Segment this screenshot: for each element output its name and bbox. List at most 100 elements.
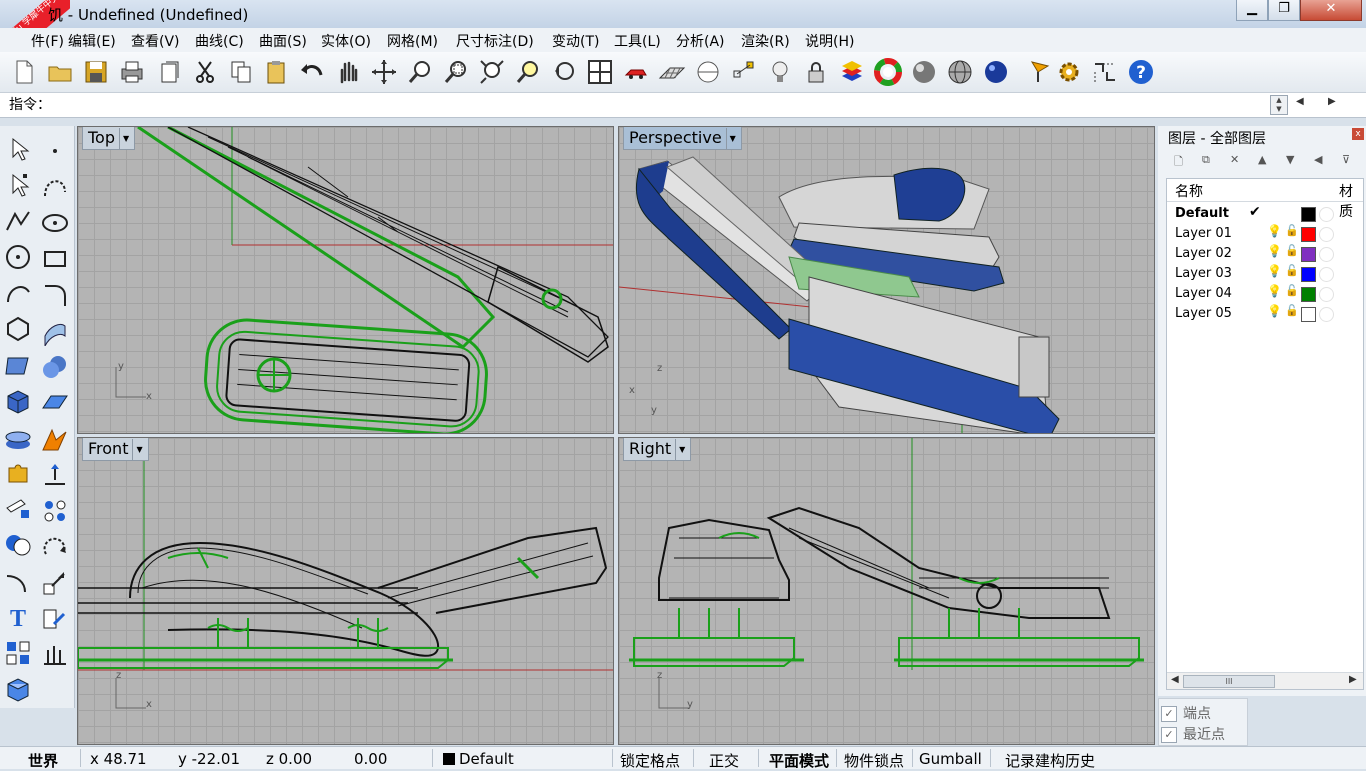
command-history-spinner[interactable]: ▲ ▼ [1270,95,1288,115]
column-name[interactable]: 名称 [1175,181,1203,201]
layer-material-swatch[interactable] [1319,207,1334,222]
array-icon[interactable] [40,496,70,526]
osnap-icon[interactable] [730,58,758,86]
light-bulb-icon[interactable] [766,58,794,86]
layer-color-swatch[interactable] [1301,287,1316,302]
move-up-icon[interactable]: ▲ [1258,153,1266,166]
extrude-icon[interactable] [40,460,70,490]
layer-color-swatch[interactable] [1301,247,1316,262]
menu-analyze[interactable]: 分析(A) [676,31,725,51]
spheres-icon[interactable] [40,352,70,382]
rotate-icon[interactable] [40,532,70,562]
layer-row-05[interactable]: Layer 05 💡 🔓 [1167,304,1363,324]
menu-file[interactable]: 件(F) [31,31,64,51]
puzzle-icon[interactable] [3,458,33,488]
dimension-icon[interactable] [1091,58,1119,86]
select-arrow-icon[interactable] [3,134,33,164]
light-bulb-icon[interactable]: 💡 [1267,224,1282,238]
import-icon[interactable] [156,58,184,86]
viewport-top[interactable]: Top ▼ y x [77,126,614,434]
unlock-icon[interactable]: 🔓 [1285,304,1299,317]
save-icon[interactable] [82,58,110,86]
planar-surface-icon[interactable] [40,388,70,418]
copy-icon[interactable] [227,58,255,86]
close-button[interactable]: ✕ [1300,0,1362,21]
undo-view-icon[interactable] [550,58,578,86]
light-bulb-icon[interactable]: 💡 [1267,244,1282,258]
layer-list-scrollbar[interactable]: ◀ III ▶ [1167,672,1363,689]
polygon-icon[interactable] [3,314,33,344]
select-points-icon[interactable] [3,170,33,200]
lock-icon[interactable] [802,58,830,86]
ellipse-icon[interactable] [40,208,70,238]
snap-icon[interactable] [694,58,722,86]
unlock-icon[interactable]: 🔓 [1285,244,1299,257]
viewport-perspective[interactable]: Perspective ▼ z x y [618,126,1155,434]
layer-row-default[interactable]: Default ✔ [1167,204,1363,224]
viewport-menu-dropdown-icon[interactable]: ▼ [119,128,129,149]
zoom-window-icon[interactable] [442,58,470,86]
viewport-perspective-label[interactable]: Perspective ▼ [623,127,742,150]
layer-row-03[interactable]: Layer 03 💡 🔓 [1167,264,1363,284]
menu-surface[interactable]: 曲面(S) [259,31,307,51]
zoom-extents-icon[interactable] [478,58,506,86]
menu-curve[interactable]: 曲线(C) [195,31,244,51]
light-bulb-icon[interactable]: 💡 [1267,304,1282,318]
four-viewports-icon[interactable] [586,58,614,86]
open-folder-icon[interactable] [46,58,74,86]
move-icon[interactable] [40,604,70,634]
wireframe-sphere-icon[interactable] [946,58,974,86]
menu-view[interactable]: 查看(V) [131,31,180,51]
current-layer[interactable]: Default [459,750,514,768]
help-icon[interactable]: ? [1127,58,1155,86]
new-file-icon[interactable] [10,58,38,86]
pan-hand-icon[interactable] [334,58,362,86]
viewport-right[interactable]: Right ▼ z y [618,437,1155,745]
viewport-right-label[interactable]: Right ▼ [623,438,692,461]
layer-row-01[interactable]: Layer 01 💡 🔓 [1167,224,1363,244]
menu-render[interactable]: 渲染(R) [741,31,790,51]
light-bulb-icon[interactable]: 💡 [1267,264,1282,278]
group-icon[interactable] [3,638,33,668]
viewport-menu-dropdown-icon[interactable]: ▼ [675,439,685,460]
layer-color-swatch[interactable] [1301,307,1316,322]
zoom-selected-icon[interactable] [514,58,542,86]
text-icon[interactable]: T [3,602,33,632]
scroll-left-icon[interactable]: ◀ [1296,96,1304,107]
command-line[interactable]: 指令： ▲ ▼ ◀ ▶ [0,93,1366,118]
sphere-shaded-icon[interactable] [910,58,938,86]
layer-color-swatch[interactable] [1301,207,1316,222]
boolean-icon[interactable] [3,530,33,560]
osnap-end-option[interactable]: ✓ 端点 [1161,703,1211,723]
scale-icon[interactable] [40,568,70,598]
filter-icon[interactable]: ⊽ [1342,153,1350,166]
minimize-button[interactable]: ▁ [1236,0,1268,21]
viewport-front[interactable]: Front ▼ z x [77,437,614,745]
zoom-in-icon[interactable] [406,58,434,86]
menu-edit[interactable]: 编辑(E) [68,31,116,51]
undo-icon[interactable] [298,58,326,86]
point-icon[interactable] [40,136,70,166]
curve-icon[interactable] [40,172,70,202]
gear-icon[interactable] [1055,58,1083,86]
viewport-front-label[interactable]: Front ▼ [82,438,149,461]
flag-icon[interactable] [1026,58,1054,86]
box-icon[interactable] [3,386,33,416]
unlock-icon[interactable]: 🔓 [1285,264,1299,277]
unlock-icon[interactable]: 🔓 [1285,224,1299,237]
rectangle-icon[interactable] [40,244,70,274]
delete-layer-icon[interactable]: ✕ [1230,153,1239,166]
car-icon[interactable] [622,58,650,86]
layer-material-swatch[interactable] [1319,227,1334,242]
arc-icon[interactable] [3,278,33,308]
gumball-toggle[interactable]: Gumball [919,750,982,768]
explode-icon[interactable] [40,424,70,454]
color-wheel-icon[interactable] [874,58,902,86]
menu-solid[interactable]: 实体(O) [321,31,371,51]
menu-mesh[interactable]: 网格(M) [387,31,438,51]
move-down-icon[interactable]: ▼ [1286,153,1294,166]
scroll-right-icon[interactable]: ▶ [1328,96,1336,107]
move-left-icon[interactable]: ◀ [1314,153,1322,166]
rotate-view-icon[interactable] [370,58,398,86]
surface-icon[interactable] [40,316,70,347]
